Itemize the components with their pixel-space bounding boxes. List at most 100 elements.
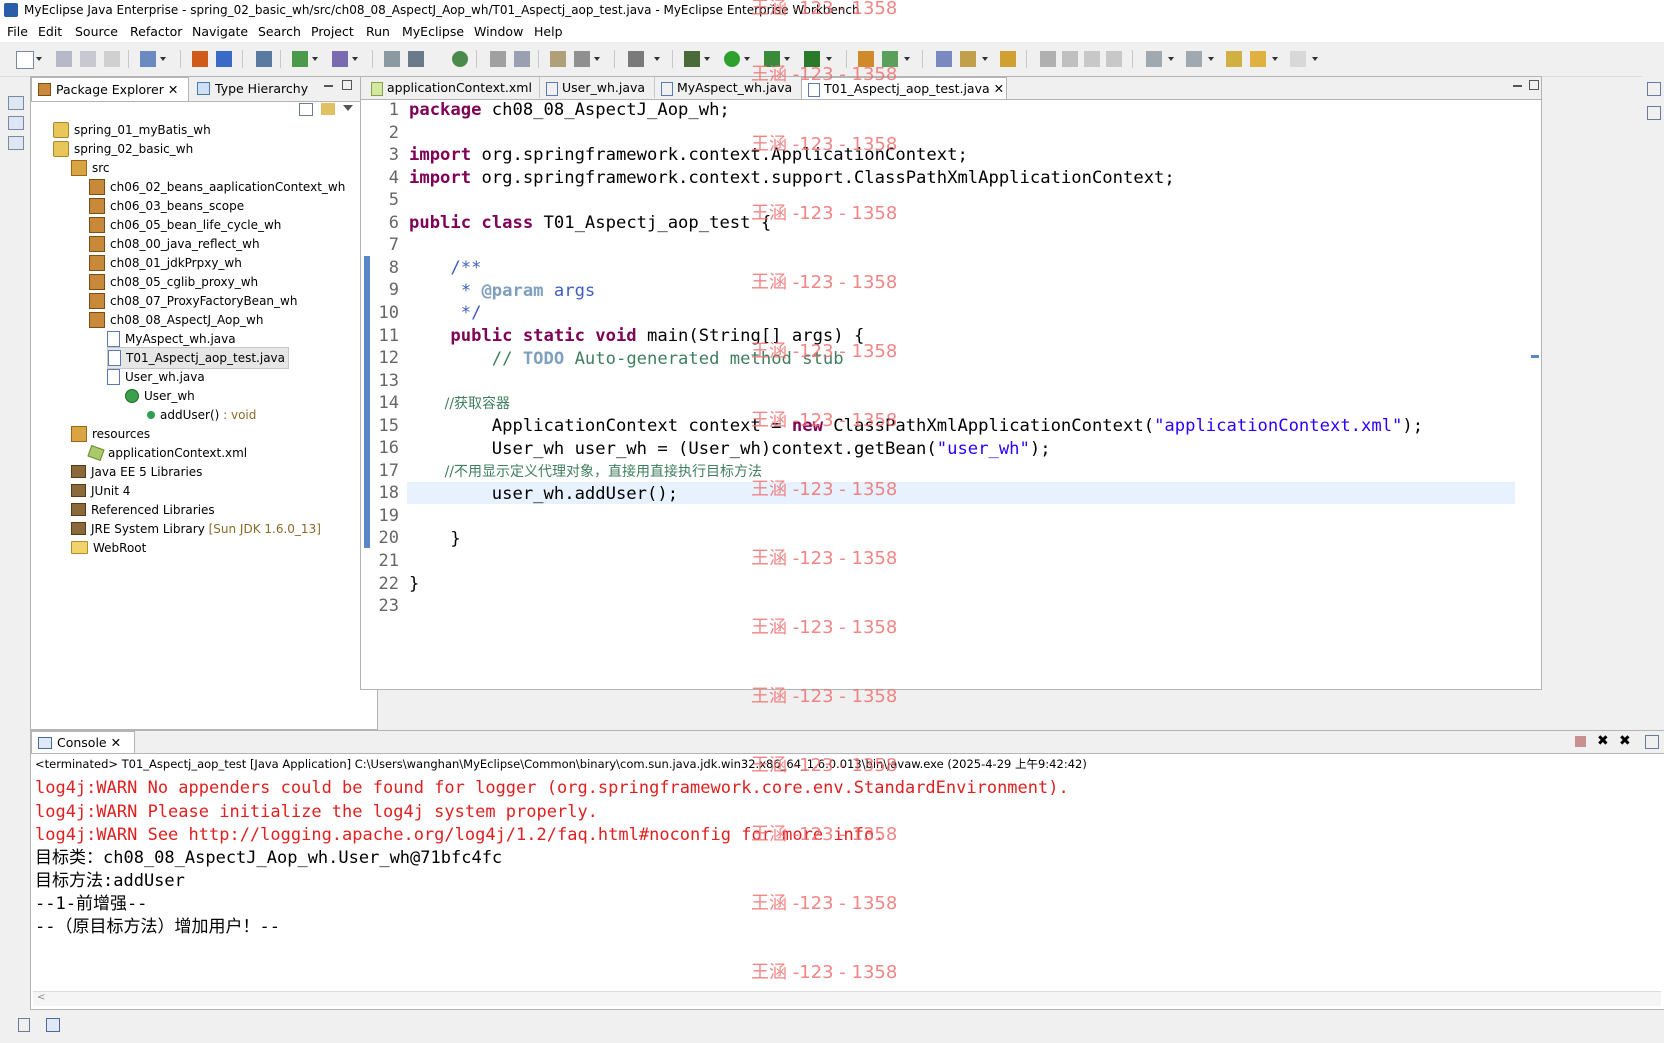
overview-marker[interactable] — [1531, 355, 1539, 358]
run-icon[interactable] — [724, 51, 740, 67]
toggle-icon[interactable] — [514, 51, 530, 67]
tree-item-class[interactable]: User_wh — [125, 386, 195, 406]
new-class-icon[interactable] — [332, 51, 348, 67]
save-all-icon[interactable] — [80, 51, 96, 67]
debug-config-icon[interactable] — [550, 51, 566, 67]
coverage-dropdown-icon[interactable] — [826, 57, 832, 61]
code-line-3[interactable]: import org.springframework.context.Appli… — [409, 144, 968, 167]
forward-dropdown-icon[interactable] — [1312, 57, 1318, 61]
task-list-icon[interactable] — [1647, 106, 1661, 120]
tab-user-wh-java[interactable]: User_wh.java — [540, 77, 655, 98]
external-tools-icon[interactable] — [628, 51, 644, 67]
minimize-icon[interactable] — [324, 85, 333, 87]
deploy-icon[interactable] — [140, 51, 156, 67]
debug-icon[interactable] — [684, 51, 700, 67]
close-icon[interactable]: ✕ — [994, 81, 1004, 96]
tree-item-package[interactable]: ch08_00_java_reflect_wh — [89, 234, 260, 254]
tree-item-spring-01[interactable]: spring_01_myBatis_wh — [53, 120, 211, 140]
tree-item-xml-file[interactable]: applicationContext.xml — [87, 443, 247, 463]
close-icon[interactable]: ✕ — [111, 735, 121, 750]
code-line-16[interactable]: User_wh user_wh = (User_wh)context.getBe… — [409, 438, 1051, 461]
run-last-dropdown-icon[interactable] — [784, 57, 790, 61]
annotation-icon[interactable] — [1040, 51, 1056, 67]
tab-type-hierarchy[interactable]: Type Hierarchy — [191, 77, 308, 100]
tree-item-library[interactable]: JRE System Library [Sun JDK 1.6.0_13] — [71, 519, 321, 539]
forward-icon[interactable] — [1290, 51, 1306, 67]
web-project-dropdown-icon[interactable] — [312, 57, 318, 61]
tab-application-context-xml[interactable]: applicationContext.xml — [365, 77, 540, 98]
menu-window[interactable]: Window — [474, 24, 523, 39]
code-line-4[interactable]: import org.springframework.context.suppo… — [409, 167, 1175, 190]
open-project-icon[interactable] — [936, 51, 952, 67]
whitespace-icon[interactable] — [1106, 51, 1122, 67]
code-line-8[interactable]: /** — [409, 257, 481, 280]
tree-item-spring-02[interactable]: spring_02_basic_wh — [53, 139, 193, 159]
remove-launch-icon[interactable]: ✖ — [1597, 733, 1609, 749]
menu-run[interactable]: Run — [366, 24, 390, 39]
task-icon[interactable] — [46, 1018, 60, 1032]
open-perspective-icon[interactable] — [256, 51, 272, 67]
external-tools-dropdown-icon[interactable] — [654, 57, 660, 61]
coverage-icon[interactable] — [804, 51, 820, 67]
code-line-9[interactable]: * @param args — [409, 280, 596, 303]
view-menu-icon[interactable] — [343, 105, 353, 111]
open-task-icon[interactable] — [1000, 51, 1016, 67]
prev-annotation-dropdown-icon[interactable] — [1208, 57, 1214, 61]
maximize-icon[interactable] — [1529, 80, 1539, 90]
pen-icon[interactable] — [960, 51, 976, 67]
code-line-10[interactable]: */ — [409, 302, 482, 325]
search-dropdown-icon[interactable] — [594, 57, 600, 61]
tab-package-explorer[interactable]: Package Explorer ✕ — [31, 77, 189, 101]
code-line-15[interactable]: ApplicationContext context = new ClassPa… — [409, 415, 1423, 438]
new-icon[interactable] — [16, 51, 34, 69]
menu-myeclipse[interactable]: MyEclipse — [402, 24, 464, 39]
outline-icon[interactable] — [8, 116, 24, 130]
last-edit-icon[interactable] — [1226, 51, 1242, 67]
open-resource-icon[interactable] — [408, 51, 424, 67]
tree-item-folder[interactable]: WebRoot — [71, 538, 146, 558]
skip-breakpoints-icon[interactable] — [490, 51, 506, 67]
remove-all-terminated-icon[interactable]: ✖ — [1619, 733, 1631, 749]
tree-item-java-file[interactable]: MyAspect_wh.java — [107, 329, 236, 349]
deploy-dropdown-icon[interactable] — [160, 57, 166, 61]
tree-item-package[interactable]: ch08_07_ProxyFactoryBean_wh — [89, 291, 297, 311]
tree-item-java-file[interactable]: User_wh.java — [107, 367, 205, 387]
tree-item-java-file-selected[interactable]: T01_Aspectj_aop_test.java — [107, 347, 290, 369]
print-icon[interactable] — [104, 51, 120, 67]
new-dropdown-icon[interactable] — [36, 57, 42, 61]
server-icon[interactable] — [192, 51, 208, 67]
tab-t01-aspectj-aop-test[interactable]: T01_Aspectj_aop_test.java ✕ — [801, 77, 1007, 99]
code-line-12[interactable]: // TODO Auto-generated method stub — [409, 348, 844, 371]
tree-item-library[interactable]: Java EE 5 Libraries — [71, 462, 202, 482]
tree-item-package[interactable]: ch06_05_bean_life_cycle_wh — [89, 215, 281, 235]
back-dropdown-icon[interactable] — [1272, 57, 1278, 61]
fast-view-icon[interactable] — [18, 1018, 30, 1032]
class-dropdown-icon[interactable] — [352, 57, 358, 61]
open-type-icon[interactable] — [384, 51, 400, 67]
globe-icon[interactable] — [452, 51, 468, 67]
navigator-icon[interactable] — [8, 136, 24, 150]
prev-annotation-icon[interactable] — [1186, 51, 1202, 67]
menu-source[interactable]: Source — [75, 24, 118, 39]
menu-file[interactable]: File — [7, 24, 28, 39]
tree-item-package[interactable]: ch06_03_beans_scope — [89, 196, 244, 216]
search-icon[interactable] — [574, 51, 590, 67]
menu-help[interactable]: Help — [534, 24, 563, 39]
menu-navigate[interactable]: Navigate — [192, 24, 248, 39]
display-console-icon[interactable] — [1645, 735, 1659, 749]
menu-search[interactable]: Search — [258, 24, 301, 39]
next-annotation-icon[interactable] — [1146, 51, 1162, 67]
tree-item-resources[interactable]: resources — [71, 424, 150, 444]
terminate-icon[interactable] — [1575, 736, 1586, 747]
code-line-14[interactable]: //获取容器 — [409, 393, 510, 416]
next-annotation-dropdown-icon[interactable] — [1168, 57, 1174, 61]
code-line-17[interactable]: //不用显示定义代理对象，直接用直接执行目标方法 — [409, 461, 762, 484]
scroll-left-icon[interactable]: < — [37, 992, 45, 1003]
code-line-6[interactable]: public class T01_Aspectj_aop_test { — [409, 212, 771, 235]
tree-item-package[interactable]: ch08_01_jdkPrpxy_wh — [89, 253, 242, 273]
new-class2-dropdown-icon[interactable] — [904, 57, 910, 61]
outline-view-icon[interactable] — [1647, 82, 1661, 96]
tree-item-src[interactable]: src — [71, 158, 110, 178]
code-line-18[interactable]: user_wh.addUser(); — [409, 483, 678, 506]
tab-console[interactable]: Console ✕ — [31, 731, 135, 753]
